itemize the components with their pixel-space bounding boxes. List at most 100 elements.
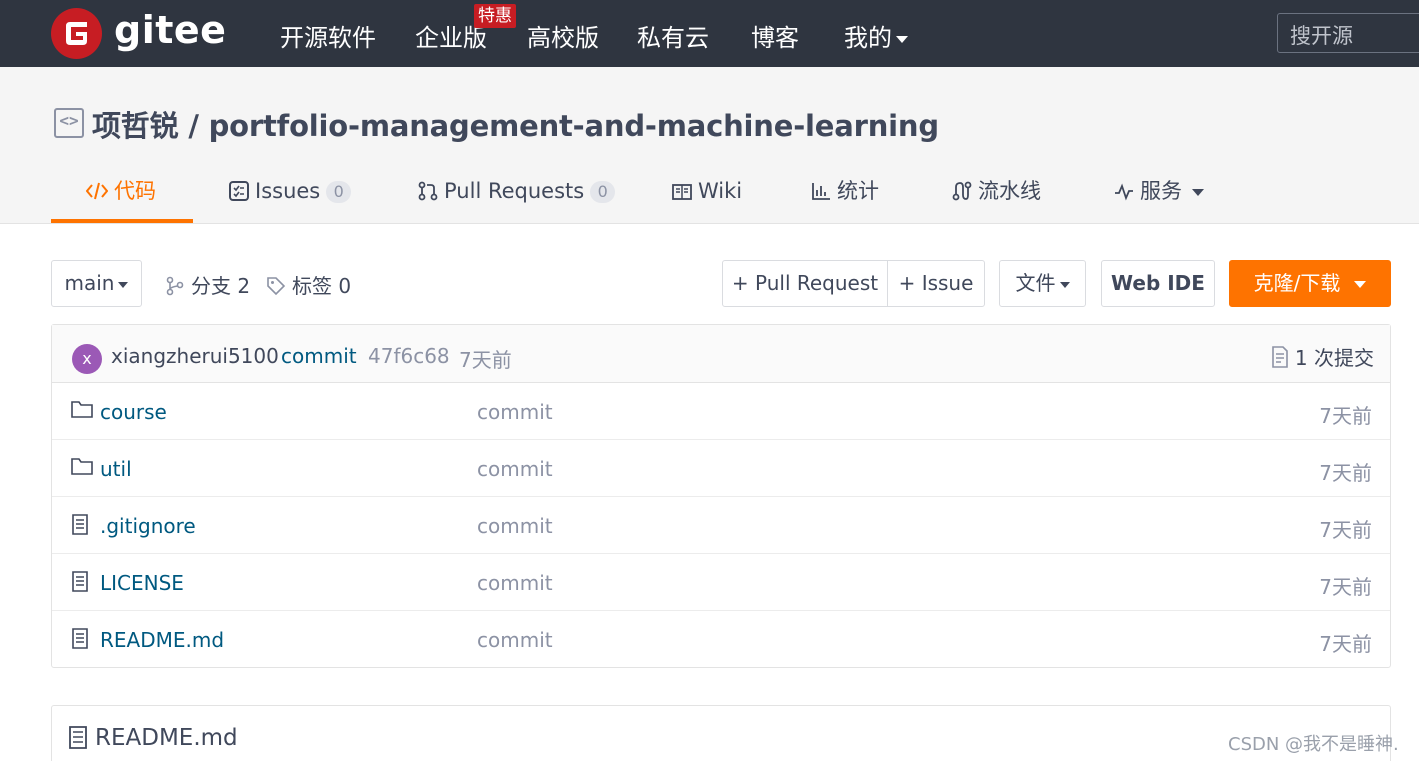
nav-mine-label: 我的	[844, 24, 892, 52]
nav-mine-menu[interactable]: 我的	[844, 18, 908, 53]
file-list: x xiangzherui5100 commit 47f6c68 7天前 1 次…	[51, 324, 1391, 668]
readme-title: README.md	[95, 725, 238, 751]
commit-author-link[interactable]: xiangzherui5100	[111, 344, 279, 368]
file-time: 7天前	[1319, 404, 1372, 428]
gitee-logo-icon[interactable]	[51, 8, 102, 59]
nav-university[interactable]: 高校版	[527, 18, 599, 53]
tab-services[interactable]: 服务	[1114, 177, 1204, 205]
tab-code-label: 代码	[114, 179, 156, 203]
file-menu-button[interactable]: 文件	[999, 260, 1086, 307]
file-name-link[interactable]: LICENSE	[100, 571, 184, 595]
file-name-link[interactable]: course	[100, 400, 167, 424]
pipeline-icon	[952, 181, 972, 201]
file-menu-label: 文件	[1015, 271, 1056, 295]
file-commit-message[interactable]: commit	[477, 514, 553, 538]
commit-count-label: 1 次提交	[1294, 346, 1374, 370]
gitee-logo-text[interactable]: gitee	[114, 8, 226, 52]
promo-badge: 特惠	[474, 4, 516, 28]
clone-download-label: 克隆/下载	[1253, 271, 1341, 295]
issues-icon	[229, 181, 249, 201]
tab-issues[interactable]: Issues 0	[229, 177, 352, 205]
web-ide-button[interactable]: Web IDE	[1101, 260, 1215, 307]
file-commit-message[interactable]: commit	[477, 628, 553, 652]
branch-name: main	[64, 271, 115, 295]
nav-open-source[interactable]: 开源软件	[280, 18, 376, 53]
tab-stats[interactable]: 统计	[811, 177, 879, 205]
branch-select[interactable]: main	[51, 260, 142, 307]
search-input[interactable]: 搜开源	[1277, 13, 1419, 53]
commit-time: 7天前	[459, 348, 512, 372]
avatar[interactable]: x	[72, 344, 102, 374]
file-time: 7天前	[1319, 518, 1372, 542]
tags-link[interactable]: 标签 0	[266, 270, 351, 299]
nav-private-cloud[interactable]: 私有云	[637, 18, 709, 53]
chevron-down-icon	[1192, 188, 1204, 196]
repo-owner-link[interactable]: 项哲锐	[92, 109, 179, 143]
file-name-link[interactable]: README.md	[100, 628, 224, 652]
file-icon	[72, 628, 88, 649]
stats-bar-icon	[812, 183, 830, 200]
tab-wiki-label: Wiki	[698, 179, 743, 203]
tab-pipeline-label: 流水线	[978, 179, 1041, 203]
folder-icon	[71, 458, 93, 475]
branches-link[interactable]: 分支 2	[165, 270, 250, 299]
file-time: 7天前	[1319, 575, 1372, 599]
table-row: course commit 7天前	[52, 383, 1390, 440]
tab-pull-requests-label: Pull Requests	[444, 179, 585, 203]
readme-file-icon	[69, 726, 87, 749]
file-name-link[interactable]: .gitignore	[100, 514, 196, 538]
tag-icon	[267, 277, 286, 296]
wiki-book-icon	[672, 184, 692, 200]
table-row: LICENSE commit 7天前	[52, 554, 1390, 611]
file-commit-message[interactable]: commit	[477, 400, 553, 424]
folder-icon	[71, 401, 93, 418]
tags-label: 标签 0	[292, 274, 352, 298]
top-nav: gitee 开源软件 企业版 特惠 高校版 私有云 博客 我的 搜开源	[0, 0, 1419, 67]
repo-title: 项哲锐 / portfolio-management-and-machine-l…	[92, 103, 939, 145]
active-tab-indicator	[51, 219, 193, 223]
chevron-down-icon	[118, 281, 129, 288]
repo-separator: /	[188, 109, 199, 143]
tab-wiki[interactable]: Wiki	[672, 177, 742, 205]
readme-panel: README.md	[51, 705, 1391, 761]
tab-pull-requests[interactable]: Pull Requests 0	[418, 177, 616, 205]
pull-requests-count-badge: 0	[590, 181, 616, 203]
chevron-down-icon	[1059, 281, 1070, 288]
code-icon	[85, 182, 109, 200]
repo-name-link[interactable]: portfolio-management-and-machine-learnin…	[209, 109, 939, 143]
csdn-watermark: CSDN @我不是睡神.	[1228, 734, 1399, 755]
clone-download-button[interactable]: 克隆/下载	[1229, 260, 1391, 307]
branches-label: 分支 2	[191, 274, 251, 298]
commit-message-link[interactable]: commit	[281, 344, 357, 368]
latest-commit-bar: x xiangzherui5100 commit 47f6c68 7天前 1 次…	[52, 325, 1390, 383]
new-issue-button[interactable]: + Issue	[887, 260, 985, 307]
file-time: 7天前	[1319, 461, 1372, 485]
table-row: util commit 7天前	[52, 440, 1390, 497]
new-pull-request-button[interactable]: + Pull Request	[722, 260, 888, 307]
repo-header: <> 项哲锐 / portfolio-management-and-machin…	[0, 67, 1419, 224]
tab-code[interactable]: 代码	[85, 177, 156, 205]
file-commit-message[interactable]: commit	[477, 571, 553, 595]
table-row: README.md commit 7天前	[52, 611, 1390, 668]
chevron-down-icon	[1354, 281, 1367, 288]
file-time: 7天前	[1319, 632, 1372, 656]
tab-stats-label: 统计	[837, 179, 879, 203]
chevron-down-icon	[896, 35, 908, 43]
repo-code-icon: <>	[54, 108, 84, 138]
file-commit-message[interactable]: commit	[477, 457, 553, 481]
nav-blog[interactable]: 博客	[751, 18, 799, 53]
file-icon	[72, 514, 88, 535]
branch-icon	[166, 276, 184, 296]
file-icon	[72, 571, 88, 592]
commit-count-link[interactable]: 1 次提交	[1271, 342, 1374, 371]
tab-services-label: 服务	[1140, 179, 1182, 203]
commit-hash-link[interactable]: 47f6c68	[368, 344, 450, 368]
service-pulse-icon	[1115, 183, 1133, 201]
pull-request-icon	[418, 181, 438, 201]
commits-document-icon	[1272, 346, 1288, 368]
table-row: .gitignore commit 7天前	[52, 497, 1390, 554]
tab-issues-label: Issues	[255, 179, 321, 203]
issues-count-badge: 0	[326, 181, 352, 203]
file-name-link[interactable]: util	[100, 457, 132, 481]
tab-pipeline[interactable]: 流水线	[952, 177, 1041, 205]
